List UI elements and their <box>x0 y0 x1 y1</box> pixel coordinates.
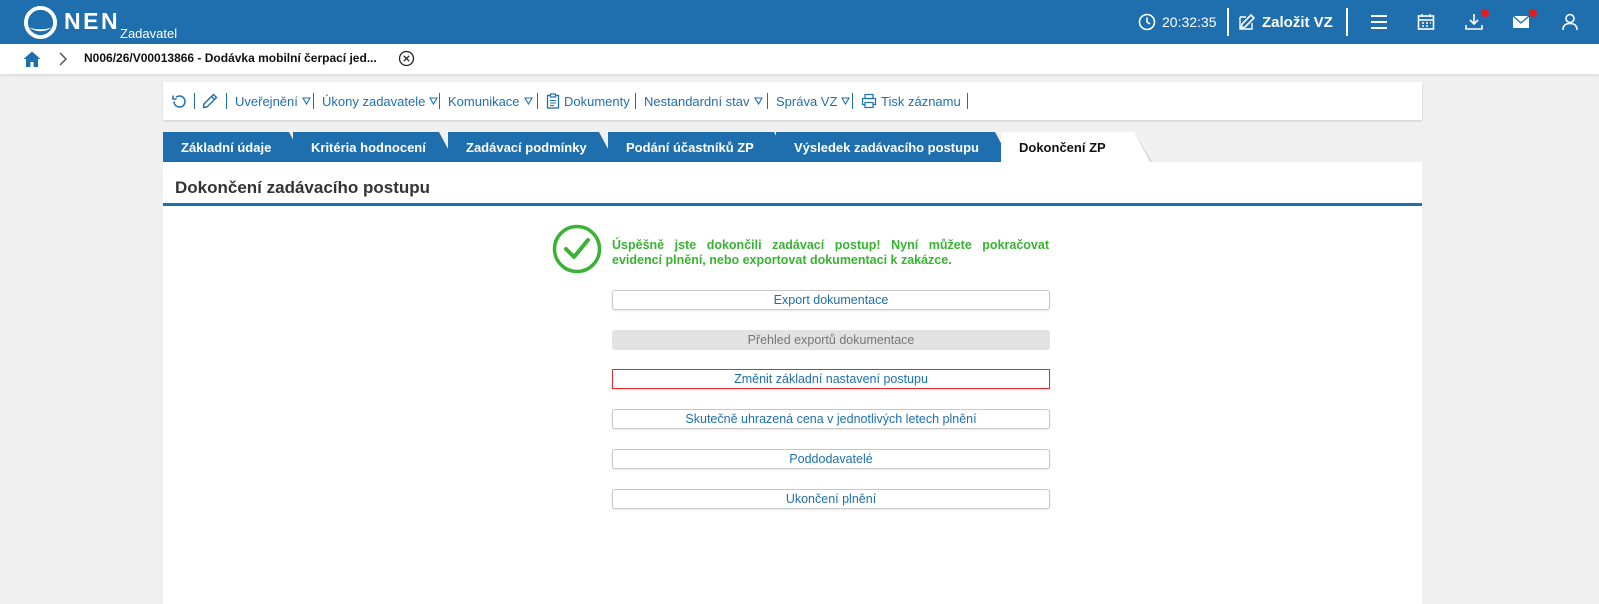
subcontractors-button[interactable]: Poddodavatelé <box>612 449 1050 469</box>
toolbar-item-documents[interactable]: Dokumenty <box>546 92 630 110</box>
logo-text: NEN <box>64 8 121 34</box>
toolbar-label: Komunikace <box>448 93 520 109</box>
top-bar: NEN Zadavatel 20:32:35 Založit VZ <box>0 0 1599 44</box>
create-tender-button[interactable]: Založit VZ <box>1238 8 1333 36</box>
dropdown-triangle-icon <box>841 97 851 105</box>
nen-logo-icon[interactable] <box>24 6 57 39</box>
breadcrumb-current[interactable]: N006/26/V00013866 - Dodávka mobilní čerp… <box>84 51 377 65</box>
refresh-icon[interactable] <box>171 93 188 110</box>
export-documentation-button[interactable]: Export dokumentace <box>612 290 1050 310</box>
toolbar-item-print-record[interactable]: Tisk záznamu <box>861 92 961 110</box>
toolbar-item-communication[interactable]: Komunikace <box>448 92 533 110</box>
success-check-icon <box>552 224 602 274</box>
tab-basic-info[interactable]: Základní údaje <box>163 132 305 162</box>
export-overview-button: Přehled exportů dokumentace <box>612 330 1050 350</box>
toolbar-divider <box>194 93 195 109</box>
dropdown-triangle-icon <box>429 97 439 105</box>
end-of-performance-button[interactable]: Ukončení plnění <box>612 489 1050 509</box>
toolbar-label: Dokumenty <box>564 93 630 109</box>
toolbar-divider <box>767 93 768 109</box>
home-icon[interactable] <box>22 49 42 69</box>
toolbar-label: Uveřejnění <box>235 93 298 109</box>
mail-icon[interactable] <box>1511 12 1531 32</box>
tab-tender-conditions[interactable]: Zadávací podmínky <box>448 132 615 162</box>
toolbar-divider <box>313 93 314 109</box>
mail-notification-badge <box>1529 9 1537 17</box>
toolbar-divider <box>439 93 440 109</box>
change-procedure-settings-button[interactable]: Změnit základní nastavení postupu <box>612 369 1050 389</box>
toolbar-item-publication[interactable]: Uveřejnění <box>235 92 311 110</box>
toolbar-label: Tisk záznamu <box>881 93 961 109</box>
toolbar-item-contracting-actions[interactable]: Úkony zadavatele <box>322 92 439 110</box>
toolbar-divider <box>226 93 227 109</box>
close-icon[interactable] <box>398 50 415 67</box>
toolbar-divider <box>537 93 538 109</box>
menu-icon[interactable] <box>1369 12 1389 32</box>
edit-icon <box>1239 13 1256 30</box>
clock-icon <box>1138 13 1156 31</box>
pencil-icon[interactable] <box>201 92 219 110</box>
page-title: Dokončení zadávacího postupu <box>175 178 431 197</box>
tab-completion[interactable]: Dokončení ZP <box>1001 132 1152 162</box>
dropdown-triangle-icon <box>753 97 763 105</box>
divider <box>1227 8 1229 36</box>
toolbar-item-tender-management[interactable]: Správa VZ <box>776 92 851 110</box>
create-tender-label: Založit VZ <box>1262 13 1333 31</box>
toolbar-label: Správa VZ <box>776 93 838 109</box>
tab-procedure-result[interactable]: Výsledek zadávacího postupu <box>776 132 1011 162</box>
content-panel: Dokončení zadávacího postupu Úspěšně jst… <box>163 162 1422 604</box>
dropdown-triangle-icon <box>301 97 311 105</box>
divider <box>1346 8 1348 36</box>
title-underline <box>163 203 1422 206</box>
toolbar-divider <box>635 93 636 109</box>
printer-icon <box>861 93 877 109</box>
tab-participant-submissions[interactable]: Podání účastníků ZP <box>608 132 790 162</box>
chevron-right-icon <box>59 52 68 66</box>
breadcrumb: N006/26/V00013866 - Dodávka mobilní čerp… <box>0 44 1599 74</box>
logo-subtitle: Zadavatel <box>120 26 178 41</box>
calendar-icon[interactable] <box>1416 12 1436 32</box>
toolbar-divider <box>852 93 853 109</box>
dropdown-triangle-icon <box>523 97 533 105</box>
actual-price-by-year-button[interactable]: Skutečně uhrazená cena v jednotlivých le… <box>612 409 1050 429</box>
tab-evaluation-criteria[interactable]: Kritéria hodnocení <box>293 132 455 162</box>
toolbar-label: Nestandardní stav <box>644 93 750 109</box>
toolbar-item-nonstandard-state[interactable]: Nestandardní stav <box>644 92 763 110</box>
success-message: Úspěšně jste dokončili zadávací postup! … <box>612 238 1049 267</box>
toolbar-divider <box>967 93 968 109</box>
user-icon[interactable] <box>1560 12 1580 32</box>
action-toolbar: Uveřejnění Úkony zadavatele Komunikace D… <box>163 82 1422 120</box>
download-notification-badge <box>1481 9 1489 17</box>
session-time: 20:32:35 <box>1162 14 1217 30</box>
clipboard-icon <box>546 93 560 109</box>
toolbar-label: Úkony zadavatele <box>322 93 426 109</box>
